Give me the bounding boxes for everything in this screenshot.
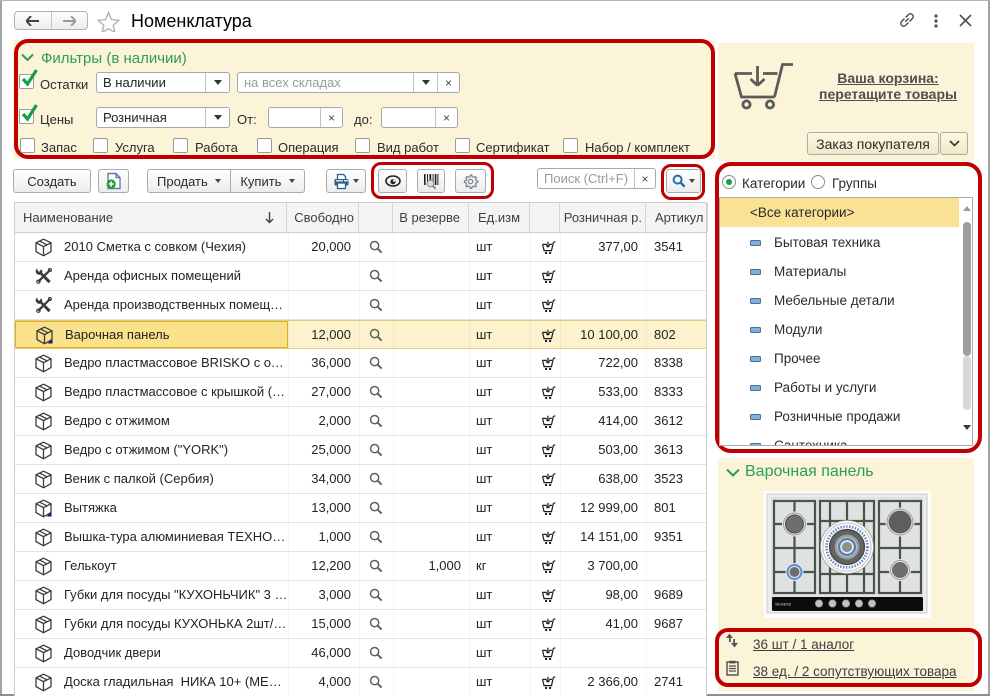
svg-text:SIEMENS: SIEMENS [775,603,792,607]
